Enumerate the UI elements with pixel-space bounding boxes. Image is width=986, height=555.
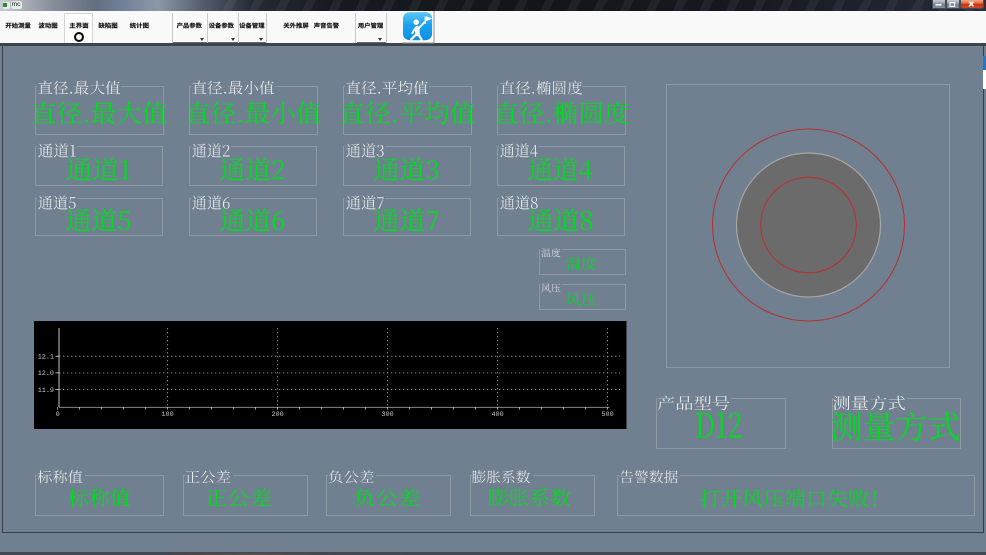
svg-text:400: 400 (491, 410, 503, 418)
svg-text:200: 200 (271, 410, 283, 418)
svg-text:0: 0 (56, 410, 60, 418)
svg-text:11.9: 11.9 (38, 386, 54, 394)
svg-text:12.1: 12.1 (38, 353, 54, 361)
svg-text:500: 500 (601, 410, 613, 418)
svg-text:12.0: 12.0 (38, 370, 54, 378)
svg-text:100: 100 (162, 410, 174, 418)
svg-text:300: 300 (381, 410, 393, 418)
